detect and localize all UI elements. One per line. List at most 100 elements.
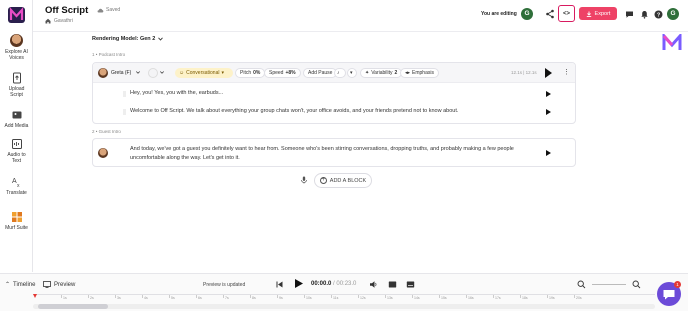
style-select[interactable]: ☺ Conversational ▾ <box>175 68 233 78</box>
profile-avatar[interactable]: G <box>667 8 679 20</box>
line-text[interactable]: Welcome to Off Script. We talk about eve… <box>130 108 458 114</box>
playhead-marker[interactable] <box>33 294 37 298</box>
chevron-down-icon <box>136 71 140 74</box>
left-sidebar: Explore AI Voices Upload Script Add Medi… <box>0 0 33 272</box>
timeline-scrollbar[interactable] <box>33 304 655 309</box>
list-item[interactable]: Welcome to Off Script. We talk about eve… <box>93 105 575 119</box>
ruler-tick-label: 10s <box>306 296 312 300</box>
chevron-down-icon: ▾ <box>350 70 353 76</box>
voice-avatar[interactable] <box>98 148 108 158</box>
drag-handle-icon[interactable] <box>123 109 126 115</box>
ruler-tick-label: 1s <box>63 296 67 300</box>
ruler-tick-label: 16s <box>468 296 474 300</box>
ruler-tick <box>547 295 548 298</box>
voice-block-2: And today, we've got a guest you definit… <box>92 138 576 167</box>
ruler-tick-label: 19s <box>549 296 555 300</box>
ruler-tick <box>196 295 197 298</box>
preview-toggle[interactable]: Preview <box>43 281 75 288</box>
sidebar-item-murf-suite[interactable]: Murf Suite <box>0 211 33 231</box>
ruler-tick-label: 11s <box>333 296 339 300</box>
block-text[interactable]: And today, we've got a guest you definit… <box>130 145 520 162</box>
help-icon[interactable]: ? <box>654 10 663 19</box>
add-circle-icon: + <box>319 177 327 184</box>
play-icon[interactable] <box>546 91 551 97</box>
comments-icon[interactable] <box>625 10 634 19</box>
ai-assistant-icon[interactable] <box>662 34 682 52</box>
zoom-slider[interactable] <box>592 284 626 285</box>
upload-script-icon <box>12 72 21 84</box>
block-toolbar: Greta (F) ☺ Conversational ▾ Pitch 0% Sp… <box>93 63 575 83</box>
skip-back-icon[interactable] <box>275 280 284 289</box>
pitch-control[interactable]: Pitch 0% <box>235 68 266 78</box>
rendering-model-select[interactable]: Rendering Model: Gen 2 <box>92 36 164 42</box>
user-avatar[interactable]: G <box>521 8 533 20</box>
voice-avatar <box>98 68 108 78</box>
export-button[interactable]: Export <box>579 7 617 20</box>
translate-icon: Ax <box>12 178 20 188</box>
ruler-tick <box>412 295 413 298</box>
ruler-tick-label: 6s <box>198 296 202 300</box>
preview-icon <box>43 281 51 288</box>
export-icon <box>586 11 591 17</box>
microphone-icon[interactable] <box>300 176 308 184</box>
audio-to-text-icon <box>11 139 22 149</box>
pronunciation-button[interactable]: ♪ <box>334 68 346 78</box>
sidebar-item-translate[interactable]: Ax Translate <box>0 176 33 196</box>
variability-control[interactable]: ✦ Variability 2 <box>360 68 403 78</box>
share-icon[interactable] <box>545 9 555 19</box>
line-text[interactable]: Hey, you! Yes, you with the, earbuds... <box>130 90 223 96</box>
volume-icon[interactable] <box>369 280 378 289</box>
speed-control[interactable]: Speed +8% <box>264 68 301 78</box>
video-icon[interactable] <box>388 280 397 289</box>
ruler-tick-label: 2s <box>90 296 94 300</box>
language-flag-icon[interactable] <box>148 68 158 78</box>
play-icon[interactable] <box>293 278 304 289</box>
ruler-tick-label: 9s <box>279 296 283 300</box>
zoom-out-icon[interactable] <box>577 280 586 289</box>
section-label-guest-intro: 2 • Guest Intro <box>92 129 121 134</box>
code-icon: <> <box>562 10 570 17</box>
ruler-tick <box>142 295 143 298</box>
sidebar-item-add-media[interactable]: Add Media <box>0 109 33 129</box>
list-item[interactable]: Hey, you! Yes, you with the, earbuds... <box>93 87 575 101</box>
ruler-tick <box>520 295 521 298</box>
voice-block-1: Greta (F) ☺ Conversational ▾ Pitch 0% Sp… <box>92 62 576 124</box>
editing-status: You are editing <box>481 11 517 17</box>
breadcrumb[interactable]: Gavathri <box>45 18 73 24</box>
timeline-toggle[interactable]: ⌃ Timeline <box>5 281 35 289</box>
more-options-dropdown[interactable]: ▾ <box>347 68 357 78</box>
emphasis-button[interactable]: ◂▸ Emphasis <box>400 68 439 78</box>
play-icon[interactable] <box>546 109 551 115</box>
voice-select[interactable]: Greta (F) <box>111 70 131 76</box>
project-title[interactable]: Off Script <box>45 5 88 16</box>
zoom-in-icon[interactable] <box>632 280 641 289</box>
section-label-podcast-intro: 1 • Podcast Intro <box>92 52 126 57</box>
app-logo[interactable] <box>8 7 25 23</box>
scrollbar-thumb[interactable] <box>38 304 108 309</box>
add-block-button[interactable]: + ADD A BLOCK <box>314 173 372 188</box>
ruler-tick <box>277 295 278 298</box>
more-vertical-icon[interactable]: ⋮ <box>563 68 570 76</box>
timecode: 00:00.0 / 00:23.0 <box>311 281 357 287</box>
sidebar-item-audio-to-text[interactable]: Audio to Text <box>0 138 33 164</box>
timeline-panel: ⌃ Timeline Preview Preview is updated 00… <box>0 273 688 311</box>
notification-bell-icon[interactable] <box>640 10 649 19</box>
sidebar-item-upload-script[interactable]: Upload Script <box>0 72 33 98</box>
timeline-ruler[interactable]: 1s 2s 3s 4s 5s 6s 7s 8s 9s 10s 11s 12s 13s 14s 15s 16s 1… <box>33 294 655 302</box>
embed-code-button[interactable]: <> <box>558 5 575 22</box>
ruler-tick <box>61 295 62 298</box>
sidebar-item-explore-voices[interactable]: Explore AI Voices <box>0 34 33 61</box>
cloud-icon <box>97 8 104 12</box>
preview-status: Preview is updated <box>203 282 246 288</box>
ruler-tick-label: 20s <box>576 296 582 300</box>
ruler-tick <box>466 295 467 298</box>
play-icon[interactable] <box>546 150 551 156</box>
subtitles-icon[interactable] <box>406 280 415 289</box>
ruler-tick-label: 17s <box>495 296 501 300</box>
add-pause-button[interactable]: Add Pause <box>303 68 338 78</box>
ruler-tick <box>223 295 224 298</box>
ruler-tick <box>88 295 89 298</box>
drag-handle-icon[interactable] <box>123 91 126 97</box>
play-icon[interactable] <box>545 68 552 78</box>
ruler-tick <box>385 295 386 298</box>
